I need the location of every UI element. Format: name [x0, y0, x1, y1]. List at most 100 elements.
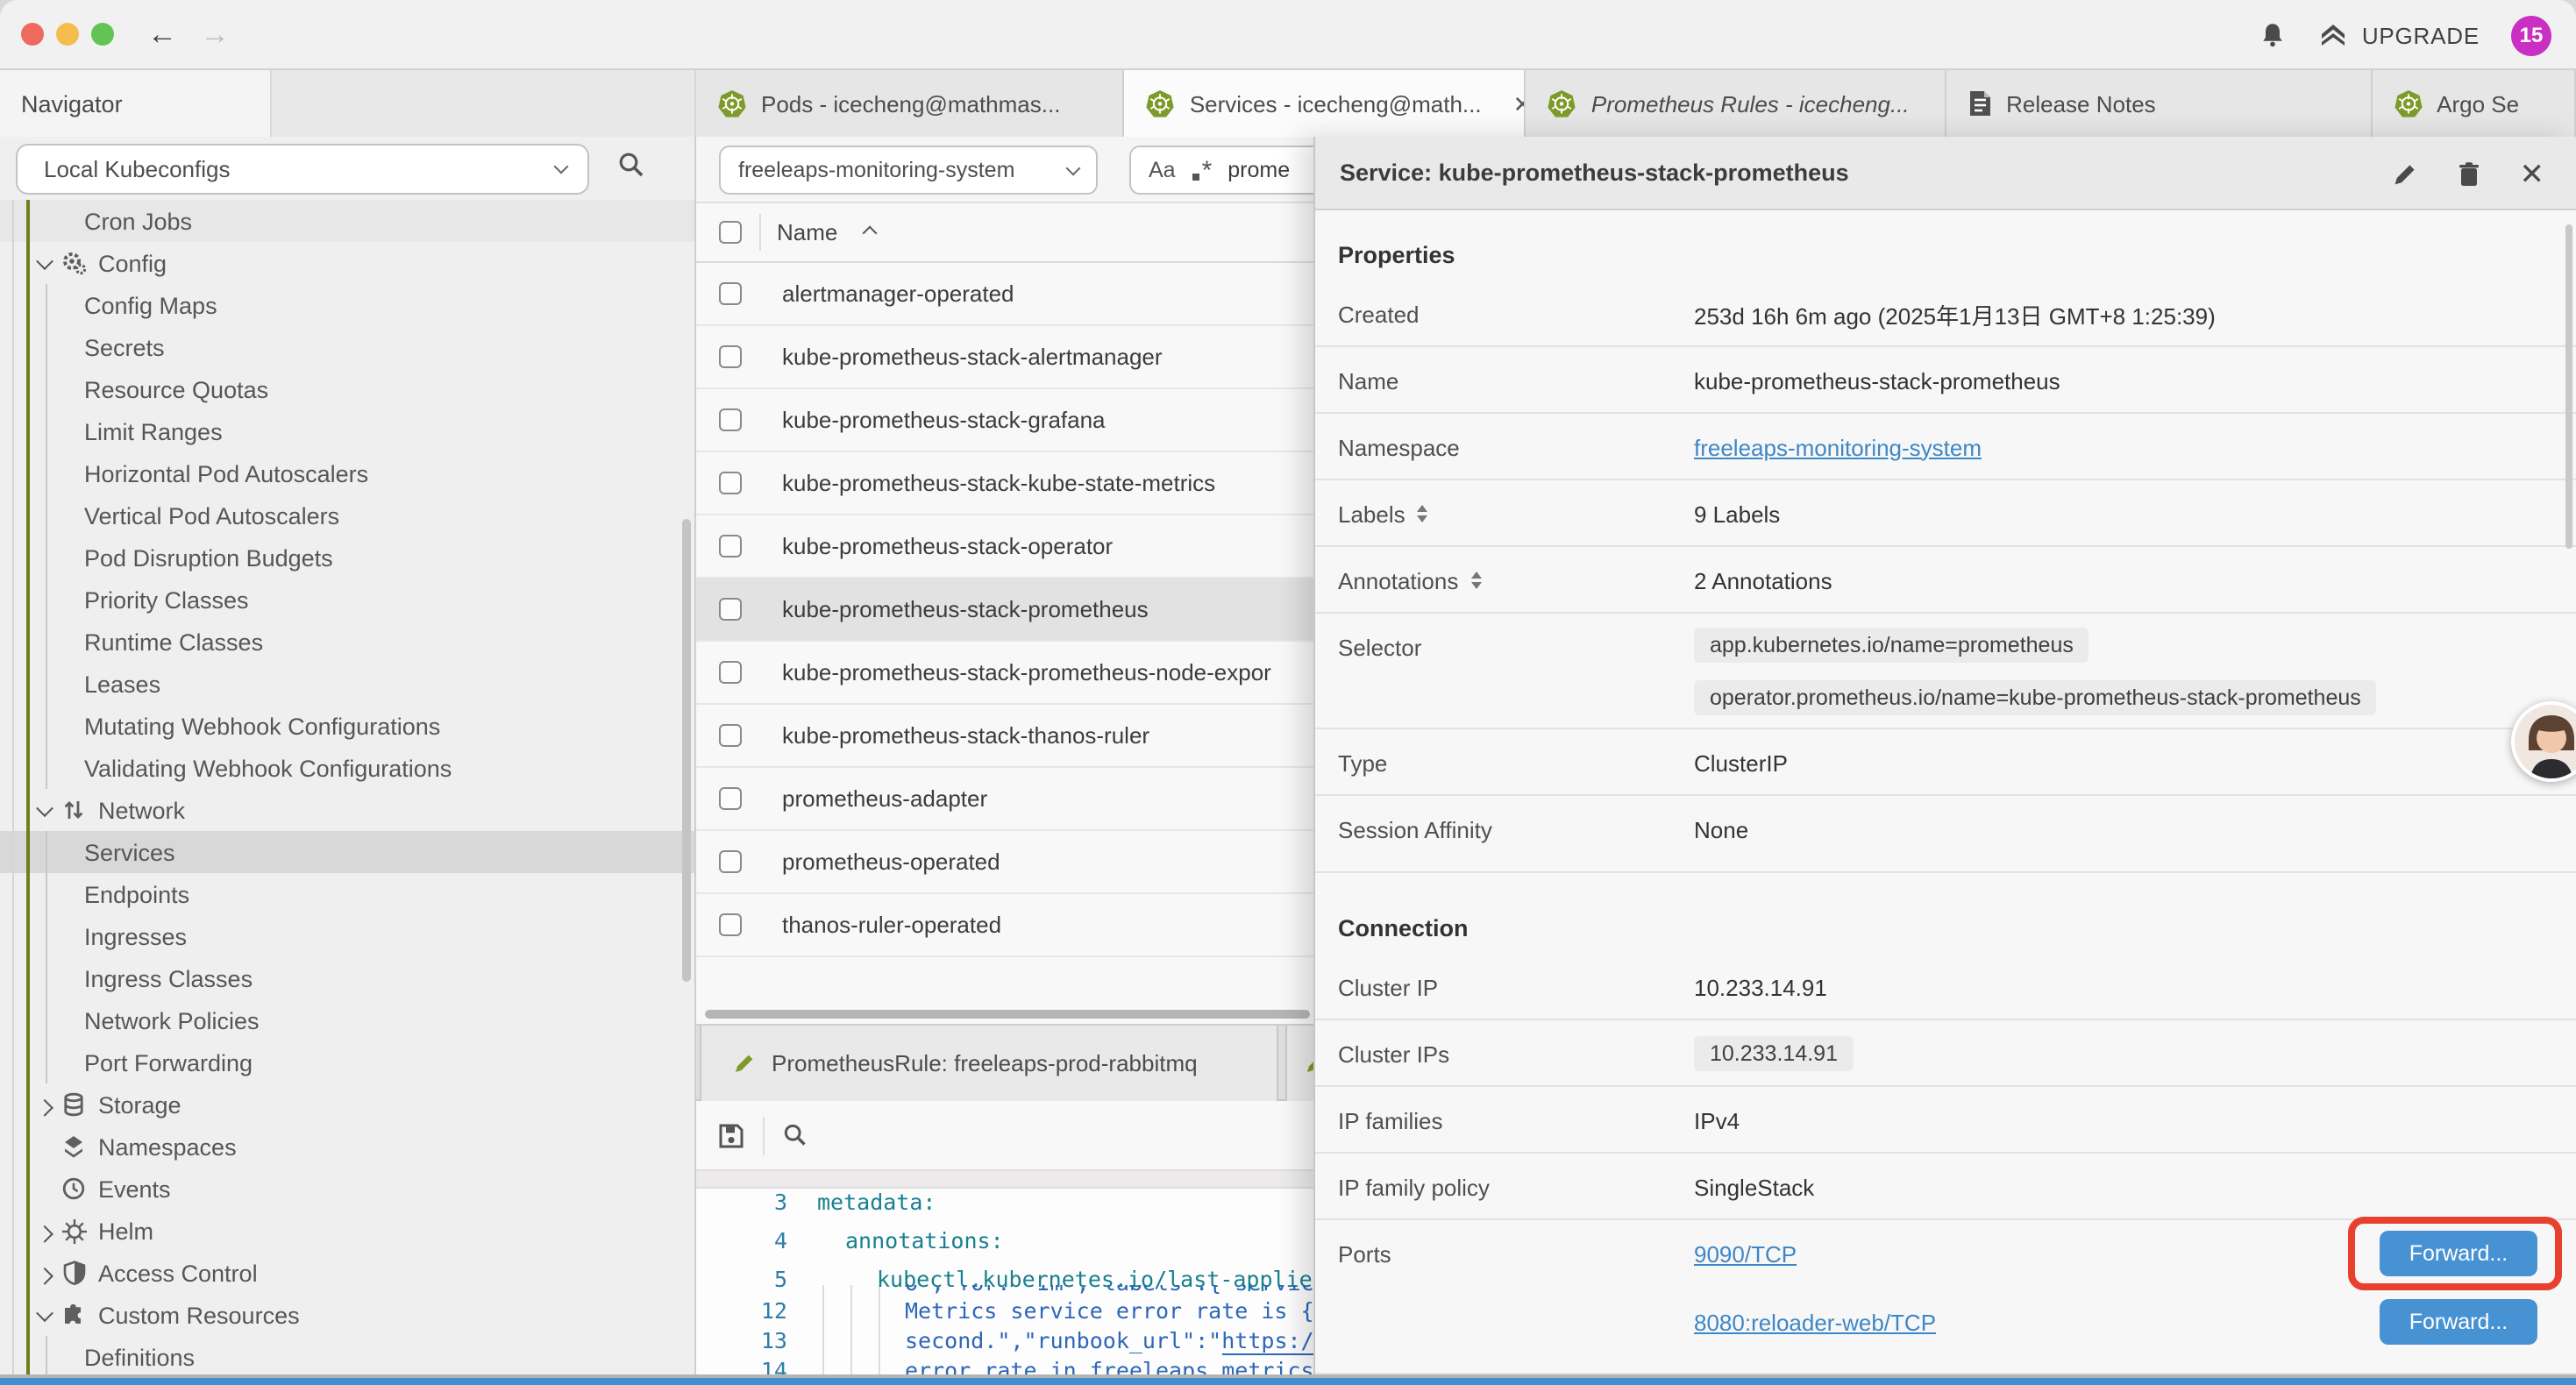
- sidebar-item-ingress-classes[interactable]: Ingress Classes: [0, 957, 694, 999]
- tab-navigator[interactable]: Navigator: [0, 70, 272, 137]
- expand-toggle-icon[interactable]: [1470, 572, 1481, 589]
- row-checkbox[interactable]: [719, 598, 742, 621]
- row-checkbox[interactable]: [719, 345, 742, 368]
- sidebar-item-pod-disruption-budgets[interactable]: Pod Disruption Budgets: [0, 536, 694, 579]
- name-column-header[interactable]: Name: [777, 219, 837, 245]
- detail-scrollbar[interactable]: [2565, 224, 2572, 549]
- chevron-right-icon[interactable]: [35, 1098, 53, 1116]
- chevron-right-icon[interactable]: [35, 1225, 53, 1242]
- traffic-light-minimize-button[interactable]: [56, 23, 79, 46]
- sidebar-item-access-control[interactable]: Access Control: [0, 1252, 694, 1294]
- match-case-toggle[interactable]: Aa: [1149, 158, 1176, 182]
- tab-pods-icecheng-mathmas[interactable]: Pods - icecheng@mathmas...: [696, 70, 1125, 137]
- sidebar-item-vertical-pod-autoscalers[interactable]: Vertical Pod Autoscalers: [0, 494, 694, 536]
- sidebar-item-mutating-webhook-configurations[interactable]: Mutating Webhook Configurations: [0, 705, 694, 747]
- traffic-light-close-button[interactable]: [21, 23, 44, 46]
- row-checkbox[interactable]: [719, 408, 742, 431]
- tab-release-notes[interactable]: Release Notes: [1946, 70, 2372, 137]
- row-checkbox[interactable]: [719, 787, 742, 810]
- sort-ascending-icon[interactable]: [863, 226, 878, 241]
- table-row-prometheus-adapter[interactable]: prometheus-adapter: [696, 768, 1313, 831]
- sidebar-item-limit-ranges[interactable]: Limit Ranges: [0, 410, 694, 452]
- sidebar-item-horizontal-pod-autoscalers[interactable]: Horizontal Pod Autoscalers: [0, 452, 694, 494]
- edit-icon[interactable]: [2392, 160, 2418, 187]
- row-checkbox[interactable]: [719, 724, 742, 747]
- table-row-kube-prometheus-stack-operator[interactable]: kube-prometheus-stack-operator: [696, 515, 1313, 579]
- row-checkbox[interactable]: [719, 850, 742, 873]
- selector-chip[interactable]: app.kubernetes.io/name=prometheus: [1694, 628, 2089, 663]
- sidebar-item-namespaces[interactable]: Namespaces: [0, 1126, 694, 1168]
- tab-close-icon[interactable]: ✕: [1513, 90, 1526, 118]
- traffic-light-zoom-button[interactable]: [91, 23, 114, 46]
- table-row-kube-prometheus-stack-grafana[interactable]: kube-prometheus-stack-grafana: [696, 389, 1313, 452]
- sidebar-item-secrets[interactable]: Secrets: [0, 326, 694, 368]
- namespace-link[interactable]: freeleaps-monitoring-system: [1694, 434, 1982, 460]
- chevron-right-icon[interactable]: [35, 1267, 53, 1284]
- port-link[interactable]: 8080:reloader-web/TCP: [1694, 1310, 1936, 1336]
- editor-search-icon[interactable]: [782, 1122, 808, 1148]
- sidebar-item-resource-quotas[interactable]: Resource Quotas: [0, 368, 694, 410]
- forward-button[interactable]: Forward...: [2380, 1231, 2537, 1276]
- sidebar-item-helm[interactable]: Helm: [0, 1210, 694, 1252]
- row-checkbox[interactable]: [719, 661, 742, 684]
- delete-icon[interactable]: [2457, 160, 2481, 187]
- table-row-kube-prometheus-stack-prometheus[interactable]: kube-prometheus-stack-prometheus: [696, 579, 1313, 642]
- port-link[interactable]: 9090/TCP: [1694, 1241, 1797, 1268]
- yaml-editor[interactable]: 3metadata:4annotations:5kubectl.kubernet…: [696, 1189, 1313, 1374]
- table-row-thanos-ruler-operated[interactable]: thanos-ruler-operated: [696, 894, 1313, 957]
- sidebar-item-priority-classes[interactable]: Priority Classes: [0, 579, 694, 621]
- tab-services-icecheng-math[interactable]: Services - icecheng@math...✕: [1125, 70, 1526, 138]
- sidebar-item-leases[interactable]: Leases: [0, 663, 694, 705]
- row-checkbox[interactable]: [719, 535, 742, 558]
- sidebar-item-events[interactable]: Events: [0, 1168, 694, 1210]
- sidebar-item-runtime-classes[interactable]: Runtime Classes: [0, 621, 694, 663]
- chevron-down-icon[interactable]: [35, 1303, 53, 1321]
- sidebar-item-network-policies[interactable]: Network Policies: [0, 999, 694, 1041]
- tab-prometheus-rules-icecheng[interactable]: Prometheus Rules - icecheng...: [1526, 70, 1946, 137]
- chevron-down-icon[interactable]: [35, 252, 53, 269]
- sidebar-item-config-maps[interactable]: Config Maps: [0, 284, 694, 326]
- selector-chip[interactable]: operator.prometheus.io/name=kube-prometh…: [1694, 680, 2377, 715]
- sidebar-item-storage[interactable]: Storage: [0, 1083, 694, 1126]
- editor-tab-prometheusrule[interactable]: PrometheusRule: freeleaps-prod-rabbitmq: [700, 1026, 1278, 1101]
- row-checkbox[interactable]: [719, 282, 742, 305]
- sidebar-item-config[interactable]: Config: [0, 242, 694, 284]
- sidebar-search-icon[interactable]: [617, 151, 645, 188]
- sidebar-item-network[interactable]: Network: [0, 789, 694, 831]
- table-horizontal-scrollbar[interactable]: [705, 1010, 1310, 1019]
- kubeconfig-select[interactable]: Local Kubeconfigs: [16, 144, 589, 195]
- sidebar-item-endpoints[interactable]: Endpoints: [0, 873, 694, 915]
- table-row-kube-prometheus-stack-kube-state-metrics[interactable]: kube-prometheus-stack-kube-state-metrics: [696, 452, 1313, 515]
- notification-count-badge[interactable]: 15: [2511, 15, 2551, 55]
- bell-icon[interactable]: [2259, 21, 2287, 49]
- regex-toggle[interactable]: *: [1193, 155, 1211, 185]
- sidebar-item-custom-resources[interactable]: Custom Resources: [0, 1294, 694, 1336]
- table-row-kube-prometheus-stack-prometheus-node-expor[interactable]: kube-prometheus-stack-prometheus-node-ex…: [696, 642, 1313, 705]
- row-checkbox[interactable]: [719, 913, 742, 936]
- select-all-checkbox[interactable]: [719, 221, 742, 244]
- forward-button[interactable]: Forward...: [2380, 1299, 2537, 1345]
- sidebar-item-validating-webhook-configurations[interactable]: Validating Webhook Configurations: [0, 747, 694, 789]
- sidebar-item-port-forwarding[interactable]: Port Forwarding: [0, 1041, 694, 1083]
- close-icon[interactable]: ✕: [2520, 159, 2545, 188]
- sidebar-scrollbar[interactable]: [682, 519, 691, 982]
- row-checkbox[interactable]: [719, 472, 742, 494]
- expand-toggle-icon[interactable]: [1418, 505, 1428, 522]
- upgrade-button[interactable]: UPGRADE: [2318, 21, 2480, 49]
- table-row-kube-prometheus-stack-thanos-ruler[interactable]: kube-prometheus-stack-thanos-ruler: [696, 705, 1313, 768]
- table-row-alertmanager-operated[interactable]: alertmanager-operated: [696, 263, 1313, 326]
- back-arrow-icon[interactable]: ←: [147, 16, 177, 54]
- sidebar-item-definitions[interactable]: Definitions: [0, 1336, 694, 1374]
- sidebar-item-cron-jobs[interactable]: Cron Jobs: [0, 200, 694, 242]
- forward-arrow-icon[interactable]: →: [200, 16, 230, 54]
- filter-input[interactable]: Aa * prome: [1129, 146, 1313, 195]
- sidebar-item-ingresses[interactable]: Ingresses: [0, 915, 694, 957]
- chevron-down-icon[interactable]: [35, 799, 53, 816]
- editor-tab-partial[interactable]: [1285, 1026, 1313, 1101]
- table-row-prometheus-operated[interactable]: prometheus-operated: [696, 831, 1313, 894]
- namespace-select[interactable]: freeleaps-monitoring-system: [719, 146, 1098, 195]
- table-row-kube-prometheus-stack-alertmanager[interactable]: kube-prometheus-stack-alertmanager: [696, 326, 1313, 389]
- url-link[interactable]: https://net: [1221, 1327, 1313, 1355]
- sidebar-item-services[interactable]: Services: [0, 831, 694, 873]
- tab-argo-se[interactable]: Argo Se: [2372, 70, 2576, 137]
